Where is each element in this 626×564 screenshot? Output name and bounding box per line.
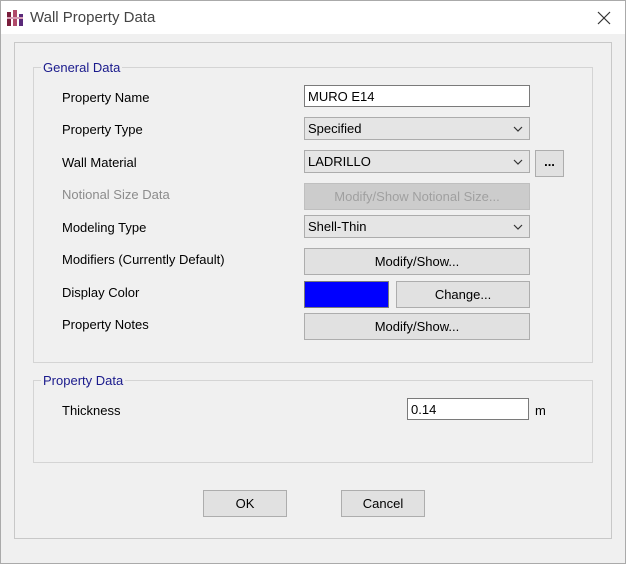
- property-notes-label: Property Notes: [62, 317, 149, 332]
- modifiers-label: Modifiers (Currently Default): [62, 252, 225, 267]
- close-button[interactable]: [587, 5, 621, 31]
- app-icon: [6, 9, 24, 27]
- chevron-down-icon: [507, 216, 529, 237]
- notional-size-label: Notional Size Data: [62, 187, 170, 202]
- thickness-field[interactable]: [407, 398, 529, 420]
- window-title: Wall Property Data: [30, 9, 156, 26]
- close-icon: [597, 11, 611, 25]
- modeling-type-value: Shell-Thin: [308, 219, 367, 234]
- material-browse-button[interactable]: ...: [535, 150, 564, 177]
- property-data-group: Property Data: [33, 373, 593, 463]
- chevron-down-icon: [507, 118, 529, 139]
- wall-material-dropdown[interactable]: LADRILLO: [304, 150, 530, 173]
- display-color-label: Display Color: [62, 285, 140, 300]
- property-name-field[interactable]: [304, 85, 530, 107]
- property-type-label: Property Type: [62, 122, 143, 137]
- display-color-swatch[interactable]: [304, 281, 389, 308]
- chevron-down-icon: [507, 151, 529, 172]
- title-bar[interactable]: Wall Property Data: [1, 1, 625, 34]
- property-notes-button[interactable]: Modify/Show...: [304, 313, 530, 340]
- property-name-label: Property Name: [62, 90, 150, 105]
- dialog-client-area: General Data Property Name Property Type…: [14, 42, 612, 539]
- thickness-unit: m: [535, 403, 546, 418]
- modeling-type-label: Modeling Type: [62, 220, 147, 235]
- wall-material-value: LADRILLO: [308, 154, 371, 169]
- general-data-title: General Data: [41, 60, 123, 75]
- dialog-window: Wall Property Data General Data Property…: [0, 0, 626, 564]
- notional-size-button[interactable]: Modify/Show Notional Size...: [304, 183, 530, 210]
- property-type-value: Specified: [308, 121, 362, 136]
- property-data-title: Property Data: [41, 373, 126, 388]
- thickness-label: Thickness: [62, 403, 121, 418]
- modeling-type-dropdown[interactable]: Shell-Thin: [304, 215, 530, 238]
- change-color-button[interactable]: Change...: [396, 281, 530, 308]
- wall-material-label: Wall Material: [62, 155, 137, 170]
- cancel-button[interactable]: Cancel: [341, 490, 425, 517]
- property-type-dropdown[interactable]: Specified: [304, 117, 530, 140]
- ok-button[interactable]: OK: [203, 490, 287, 517]
- modifiers-button[interactable]: Modify/Show...: [304, 248, 530, 275]
